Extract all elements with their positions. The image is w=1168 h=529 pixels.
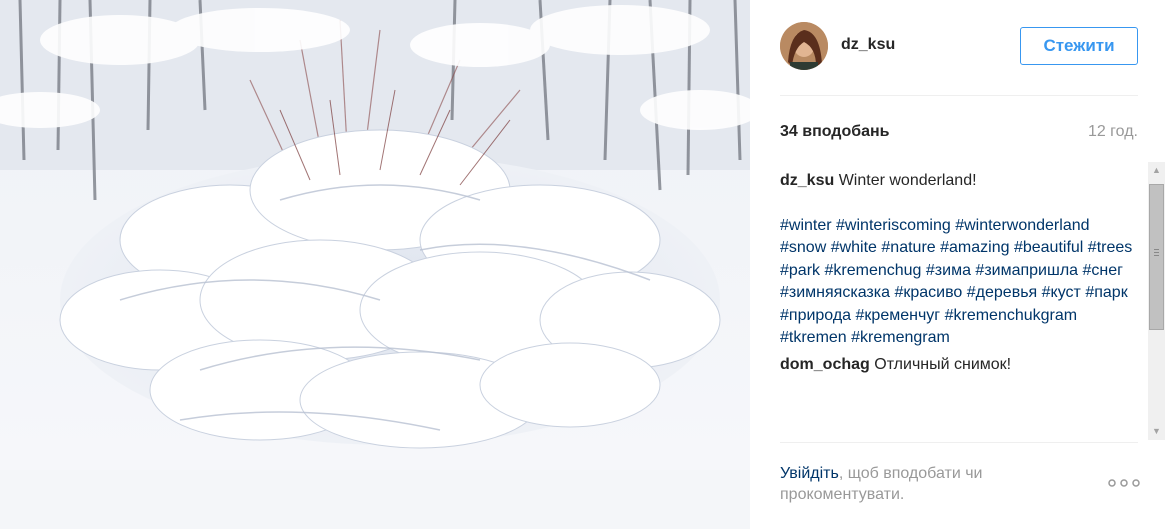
hashtag[interactable]: #зимапришла [975, 262, 1078, 279]
scroll-up-arrow-icon[interactable]: ▲ [1148, 162, 1165, 179]
hashtag[interactable]: #winter [780, 217, 832, 234]
comment-text: Отличный снимок! [874, 355, 1012, 373]
hashtag[interactable]: #зимняясказка [780, 284, 890, 301]
caption: dz_ksu Winter wonderland! [780, 170, 1140, 193]
hashtag[interactable]: #кременчуг [856, 307, 941, 324]
hashtag[interactable]: #зима [926, 262, 971, 279]
hashtag[interactable]: #kremenchug [824, 262, 921, 279]
post-header: dz_ksu Стежити [780, 22, 1138, 72]
hashtag[interactable]: #куст [1042, 284, 1081, 301]
divider [780, 95, 1138, 96]
snowy-bush-image [0, 0, 750, 529]
scrollbar-thumb[interactable] [1149, 184, 1164, 330]
hashtag[interactable]: #природа [780, 307, 851, 324]
avatar[interactable] [780, 22, 828, 70]
hashtag[interactable]: #park [780, 262, 820, 279]
hashtag[interactable]: #парк [1085, 284, 1127, 301]
login-link[interactable]: Увійдіть [780, 465, 839, 482]
caption-username[interactable]: dz_ksu [780, 172, 834, 189]
divider [780, 442, 1138, 443]
hashtag[interactable]: #trees [1088, 239, 1132, 256]
hashtag[interactable]: #winteriscoming [836, 217, 951, 234]
more-options-icon[interactable] [1108, 475, 1140, 493]
comment: dom_ochag Отличный снимок! [780, 354, 1140, 377]
post-author-username[interactable]: dz_ksu [841, 36, 895, 54]
hashtag[interactable]: #snow [780, 239, 826, 256]
hashtag[interactable]: #nature [881, 239, 935, 256]
caption-text: Winter wonderland! [838, 172, 977, 189]
hashtag[interactable]: #winterwonderland [955, 217, 1089, 234]
hashtag[interactable]: #white [831, 239, 877, 256]
hashtag[interactable]: #красиво [894, 284, 962, 301]
likes-count[interactable]: 34 вподобань [780, 123, 890, 141]
post-details-panel: dz_ksu Стежити 34 вподобань 12 год. dz_k… [750, 0, 1168, 529]
hashtag-list: #winter #winteriscoming #winterwonderlan… [780, 215, 1140, 350]
scroll-down-arrow-icon[interactable]: ▼ [1148, 423, 1165, 440]
hashtag[interactable]: #tkremen [780, 329, 847, 346]
comment-username[interactable]: dom_ochag [780, 356, 870, 373]
hashtag[interactable]: #kremenchukgram [945, 307, 1078, 324]
post-photo[interactable] [0, 0, 750, 529]
comments-scrollbar[interactable]: ▲ ▼ [1148, 162, 1165, 440]
comments-list: dz_ksu Winter wonderland! #winter #winte… [780, 170, 1140, 442]
hashtag[interactable]: #деревья [967, 284, 1037, 301]
hashtag[interactable]: #amazing [940, 239, 1009, 256]
hashtag[interactable]: #kremengram [851, 329, 950, 346]
hashtag[interactable]: #снег [1083, 262, 1123, 279]
login-prompt: Увійдіть, щоб вподобати чи прокоментуват… [780, 463, 1070, 505]
hashtag[interactable]: #beautiful [1014, 239, 1083, 256]
follow-button[interactable]: Стежити [1020, 27, 1138, 65]
post-timestamp[interactable]: 12 год. [1088, 123, 1138, 141]
